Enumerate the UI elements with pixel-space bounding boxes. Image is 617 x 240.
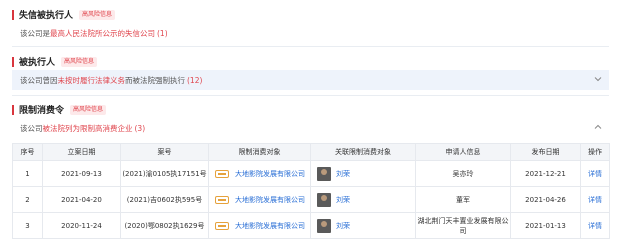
cell-applicant: 吴亦玲: [415, 160, 511, 187]
company-link[interactable]: 大地影院发展有限公司: [235, 222, 305, 230]
cell-target: 大地影院发展有限公司: [208, 160, 311, 187]
cell-target: 大地影院发展有限公司: [208, 212, 311, 239]
company-logo-icon: [215, 221, 229, 230]
section-title: 限制消费令: [19, 106, 65, 116]
column-header: 发布日期: [510, 143, 581, 161]
section-marker: [12, 9, 14, 20]
cell-related: 刘荣: [310, 212, 416, 239]
cell-related: 刘荣: [310, 160, 416, 187]
cell-case-number: (2021)吉0602执595号: [120, 186, 209, 213]
person-link[interactable]: 刘荣: [336, 170, 350, 178]
summary-highlight: 最高人民法院所公示的失信公司: [50, 28, 155, 38]
company-logo-icon: [215, 169, 229, 178]
table-row: 3 2020-11-24 (2020)鄂0802执1629号 大地影院发展有限公…: [12, 212, 610, 239]
risk-badge: 高风险信息: [70, 104, 107, 115]
table-row: 1 2021-09-13 (2021)渝0105执17151号 大地影院发展有限…: [12, 160, 610, 187]
column-header: 限制消费对象: [208, 143, 311, 161]
cell-index: 2: [12, 186, 43, 213]
cell-publish-date: 2021-04-26: [510, 186, 581, 213]
summary-count: (1): [157, 28, 168, 38]
section-restriction-header: 限制消费令 高风险信息: [12, 103, 107, 116]
cell-case-number: (2020)鄂0802执1629号: [120, 212, 209, 239]
section-marker: [12, 104, 14, 115]
chevron-up-icon[interactable]: [593, 123, 603, 133]
summary-highlight: 被法院列为限制高消费企业: [42, 123, 133, 133]
avatar: [317, 218, 331, 233]
cell-applicant: 湖北荆门天丰置业发展有限公司: [415, 212, 511, 239]
risk-badge: 高风险信息: [61, 56, 98, 67]
cell-action: 详情: [580, 212, 610, 239]
summary-text-pre: 该公司曾因: [20, 75, 58, 85]
chevron-down-icon[interactable]: [593, 75, 603, 85]
column-header: 关联限制消费对象: [310, 143, 416, 161]
section-marker: [12, 56, 14, 67]
cell-action: 详情: [580, 186, 610, 213]
divider: [12, 95, 609, 96]
column-header: 申请人信息: [415, 143, 511, 161]
cell-filing-date: 2021-09-13: [42, 160, 121, 187]
details-link[interactable]: 详情: [588, 196, 602, 204]
risk-badge: 高风险信息: [79, 9, 116, 20]
cell-index: 1: [12, 160, 43, 187]
cell-publish-date: 2021-12-21: [510, 160, 581, 187]
avatar: [317, 166, 331, 181]
details-link[interactable]: 详情: [588, 170, 602, 178]
summary-text-pre: 该公司是: [20, 28, 50, 38]
company-link[interactable]: 大地影院发展有限公司: [235, 196, 305, 204]
company-link[interactable]: 大地影院发展有限公司: [235, 170, 305, 178]
column-header: 操作: [580, 143, 610, 161]
company-logo-icon: [215, 195, 229, 204]
column-header: 立案日期: [42, 143, 121, 161]
summary-text-post: 而被法院强制执行: [125, 75, 185, 85]
details-link[interactable]: 详情: [588, 222, 602, 230]
cell-publish-date: 2021-01-13: [510, 212, 581, 239]
cell-filing-date: 2020-11-24: [42, 212, 121, 239]
cell-filing-date: 2021-04-20: [42, 186, 121, 213]
person-link[interactable]: 刘荣: [336, 196, 350, 204]
section-title: 被执行人: [19, 58, 56, 68]
cell-action: 详情: [580, 160, 610, 187]
summary-count: (3): [134, 123, 146, 133]
section-executed-header: 被执行人 高风险信息: [12, 55, 98, 68]
avatar: [317, 192, 331, 207]
divider: [12, 46, 609, 47]
cell-target: 大地影院发展有限公司: [208, 186, 311, 213]
column-header: 案号: [120, 143, 209, 161]
executed-summary-row[interactable]: 该公司曾因 未按时履行法律义务 而被法院强制执行 (12): [12, 70, 609, 90]
summary-text-pre: 该公司: [20, 123, 43, 133]
cell-applicant: 董军: [415, 186, 511, 213]
cell-related: 刘荣: [310, 186, 416, 213]
person-link[interactable]: 刘荣: [336, 222, 350, 230]
column-header: 序号: [12, 143, 43, 161]
restriction-summary-row[interactable]: 该公司 被法院列为限制高消费企业 (3): [12, 118, 609, 138]
cell-case-number: (2021)渝0105执17151号: [120, 160, 209, 187]
section-title: 失信被执行人: [19, 11, 74, 21]
table-row: 2 2021-04-20 (2021)吉0602执595号 大地影院发展有限公司…: [12, 186, 610, 213]
restriction-table: 序号 立案日期 案号 限制消费对象 关联限制消费对象 申请人信息 发布日期 操作…: [12, 143, 610, 239]
dishonest-summary-row[interactable]: 该公司是 最高人民法院所公示的失信公司 (1): [12, 23, 609, 43]
table-header-row: 序号 立案日期 案号 限制消费对象 关联限制消费对象 申请人信息 发布日期 操作: [12, 143, 610, 161]
summary-count: (12): [187, 75, 203, 85]
summary-highlight: 未按时履行法律义务: [57, 75, 126, 85]
cell-index: 3: [12, 212, 43, 239]
section-dishonest-header: 失信被执行人 高风险信息: [12, 8, 116, 21]
